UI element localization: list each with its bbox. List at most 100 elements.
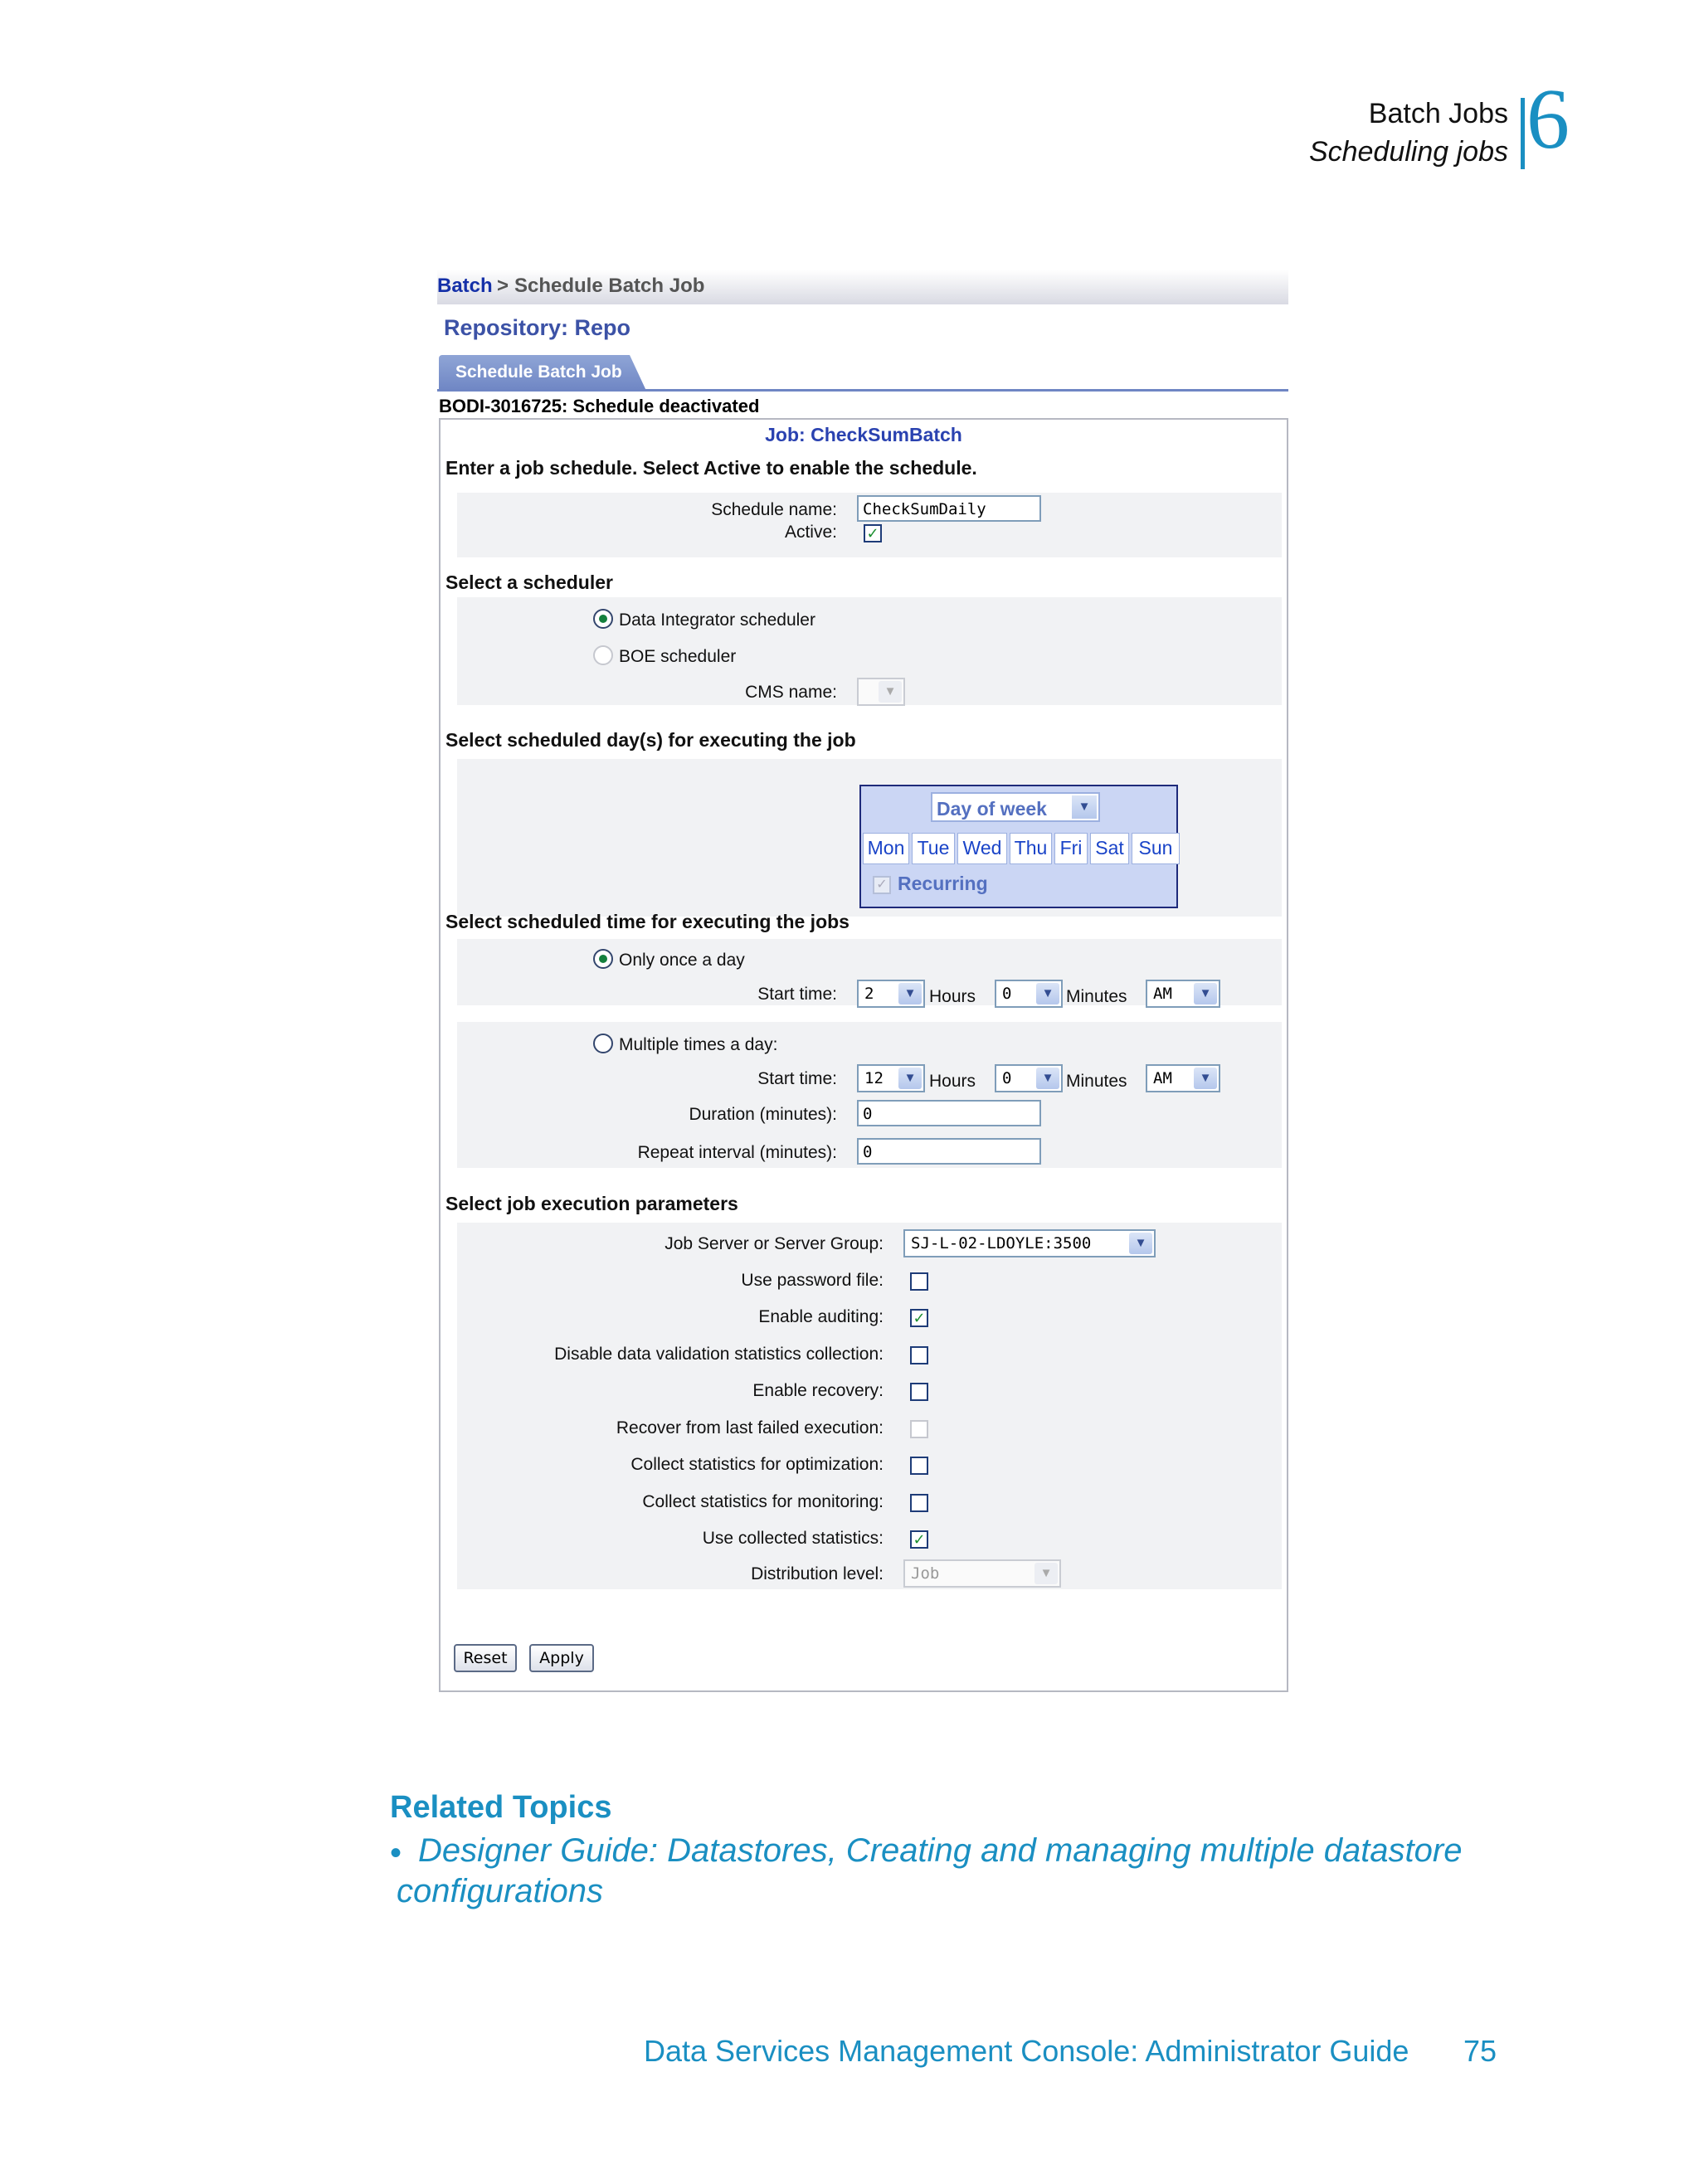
recurring-checkbox[interactable]: ✓ [873, 876, 891, 894]
repository-title: Repository: Repo [444, 315, 631, 340]
chevron-down-icon: ▼ [1072, 795, 1097, 819]
chevron-down-icon: ▼ [1129, 1233, 1152, 1254]
schedule-batch-job-screenshot: Batch > Schedule Batch Job Repository: R… [437, 270, 1288, 1692]
once-ampm-value: AM [1153, 985, 1172, 1003]
multi-minutes-value: 0 [1002, 1069, 1012, 1087]
data-integrator-radio[interactable] [593, 609, 613, 629]
recurring-label: Recurring [898, 873, 988, 894]
once-ampm-select[interactable]: AM ▼ [1146, 980, 1220, 1008]
once-a-day-label: Only once a day [619, 951, 745, 970]
chevron-down-icon: ▼ [1036, 1068, 1059, 1089]
day-thu[interactable]: Thu [1010, 833, 1052, 864]
once-start-label: Start time: [757, 985, 837, 1004]
use-password-file-checkbox[interactable] [910, 1272, 928, 1291]
day-picker: Day of week ▼ Mon Tue Wed Thu Fri Sat Sun… [859, 785, 1180, 908]
breadcrumb-current: Schedule Batch Job [514, 275, 705, 297]
distribution-level-label: Distribution level: [751, 1564, 884, 1583]
tab-underline [437, 389, 1288, 392]
schedule-name-label: Schedule name: [711, 500, 837, 519]
scheduler-heading: Select a scheduler [445, 572, 613, 593]
enable-recovery-label: Enable recovery: [752, 1381, 884, 1400]
day-buttons: Mon Tue Wed Thu Fri Sat Sun [863, 833, 1180, 864]
active-checkbox[interactable]: ✓ [864, 524, 882, 542]
enable-recovery-checkbox[interactable] [910, 1383, 928, 1401]
collect-stats-optimization-checkbox[interactable] [910, 1457, 928, 1475]
once-hours-label: Hours [929, 987, 976, 1006]
section-title: Scheduling jobs [1308, 136, 1508, 168]
day-mon[interactable]: Mon [863, 833, 909, 864]
schedule-name-input[interactable]: CheckSumDaily [857, 495, 1041, 522]
breadcrumb-batch-link[interactable]: Batch [437, 275, 493, 298]
apply-button[interactable]: Apply [529, 1644, 594, 1672]
duration-input[interactable]: 0 [857, 1100, 1041, 1126]
enable-auditing-label: Enable auditing: [758, 1307, 884, 1326]
breadcrumb-separator: > [497, 275, 509, 297]
multi-minutes-label: Minutes [1066, 1072, 1127, 1091]
job-server-label: Job Server or Server Group: [665, 1234, 884, 1253]
once-minutes-select[interactable]: 0 ▼ [995, 980, 1063, 1008]
check-icon: ✓ [913, 1310, 926, 1326]
active-label: Active: [784, 523, 837, 542]
multiple-times-label: Multiple times a day: [619, 1035, 778, 1054]
related-topic-link[interactable]: Designer Guide: Datastores, Creating and… [397, 1831, 1500, 1912]
once-minutes-value: 0 [1002, 985, 1012, 1003]
tab-schedule-batch-job[interactable]: Schedule Batch Job [439, 355, 646, 391]
chevron-down-icon: ▼ [898, 1068, 922, 1089]
recover-last-failed-checkbox[interactable] [910, 1420, 928, 1438]
multi-ampm-select[interactable]: AM ▼ [1146, 1064, 1220, 1092]
day-sun[interactable]: Sun [1132, 833, 1180, 864]
disable-validation-stats-checkbox[interactable] [910, 1346, 928, 1364]
day-tue[interactable]: Tue [912, 833, 955, 864]
job-server-select[interactable]: SJ-L-02-LDOYLE:3500 ▼ [903, 1229, 1156, 1257]
boe-scheduler-label: BOE scheduler [619, 647, 737, 666]
day-mode-select[interactable]: Day of week ▼ [931, 792, 1100, 822]
reset-button[interactable]: Reset [454, 1644, 517, 1672]
use-collected-stats-checkbox[interactable]: ✓ [910, 1530, 928, 1549]
form-intro: Enter a job schedule. Select Active to e… [445, 457, 977, 479]
days-heading: Select scheduled day(s) for executing th… [445, 729, 856, 751]
multi-ampm-value: AM [1153, 1069, 1172, 1087]
distribution-level-value: Job [911, 1564, 940, 1583]
chevron-down-icon: ▼ [1036, 983, 1059, 1004]
distribution-level-select[interactable]: Job ▼ [903, 1559, 1061, 1588]
day-fri[interactable]: Fri [1054, 833, 1088, 864]
recover-last-failed-label: Recover from last failed execution: [616, 1418, 884, 1437]
day-sat[interactable]: Sat [1090, 833, 1129, 864]
page-number: 75 [1463, 2034, 1497, 2068]
repeat-interval-input[interactable]: 0 [857, 1138, 1041, 1165]
enable-auditing-checkbox[interactable]: ✓ [910, 1309, 928, 1327]
chevron-down-icon: ▼ [1194, 1068, 1217, 1089]
multi-minutes-select[interactable]: 0 ▼ [995, 1064, 1063, 1092]
cms-name-select[interactable]: ▼ [857, 678, 905, 706]
boe-scheduler-radio[interactable] [593, 645, 613, 665]
multi-start-label: Start time: [757, 1069, 837, 1088]
collect-stats-monitoring-checkbox[interactable] [910, 1494, 928, 1512]
multi-hours-label: Hours [929, 1072, 976, 1091]
once-hours-value: 2 [864, 985, 874, 1003]
params-heading: Select job execution parameters [445, 1193, 738, 1214]
day-mode-value: Day of week [937, 798, 1047, 820]
once-minutes-label: Minutes [1066, 987, 1127, 1006]
multi-hours-value: 12 [864, 1069, 884, 1087]
day-wed[interactable]: Wed [957, 833, 1007, 864]
chapter-number: 6 [1526, 71, 1570, 167]
multiple-times-radio[interactable] [593, 1034, 613, 1053]
chevron-down-icon: ▼ [898, 983, 922, 1004]
chevron-down-icon: ▼ [879, 681, 902, 703]
use-password-file-label: Use password file: [741, 1271, 884, 1290]
schedule-form: Job: CheckSumBatch Enter a job schedule.… [439, 418, 1288, 1692]
repeat-interval-label: Repeat interval (minutes): [637, 1143, 837, 1162]
cms-name-label: CMS name: [745, 683, 837, 702]
job-server-value: SJ-L-02-LDOYLE:3500 [911, 1234, 1092, 1253]
multi-hours-select[interactable]: 12 ▼ [857, 1064, 925, 1092]
chapter-title: Batch Jobs [1368, 98, 1508, 129]
job-title: Job: CheckSumBatch [765, 424, 962, 445]
check-icon: ✓ [913, 1531, 926, 1548]
once-a-day-radio[interactable] [593, 949, 613, 969]
time-heading: Select scheduled time for executing the … [445, 911, 850, 932]
once-hours-select[interactable]: 2 ▼ [857, 980, 925, 1008]
footer-title: Data Services Management Console: Admini… [644, 2034, 1409, 2068]
chevron-down-icon: ▼ [1194, 983, 1217, 1004]
check-icon: ✓ [866, 525, 879, 542]
chevron-down-icon: ▼ [1034, 1563, 1058, 1584]
